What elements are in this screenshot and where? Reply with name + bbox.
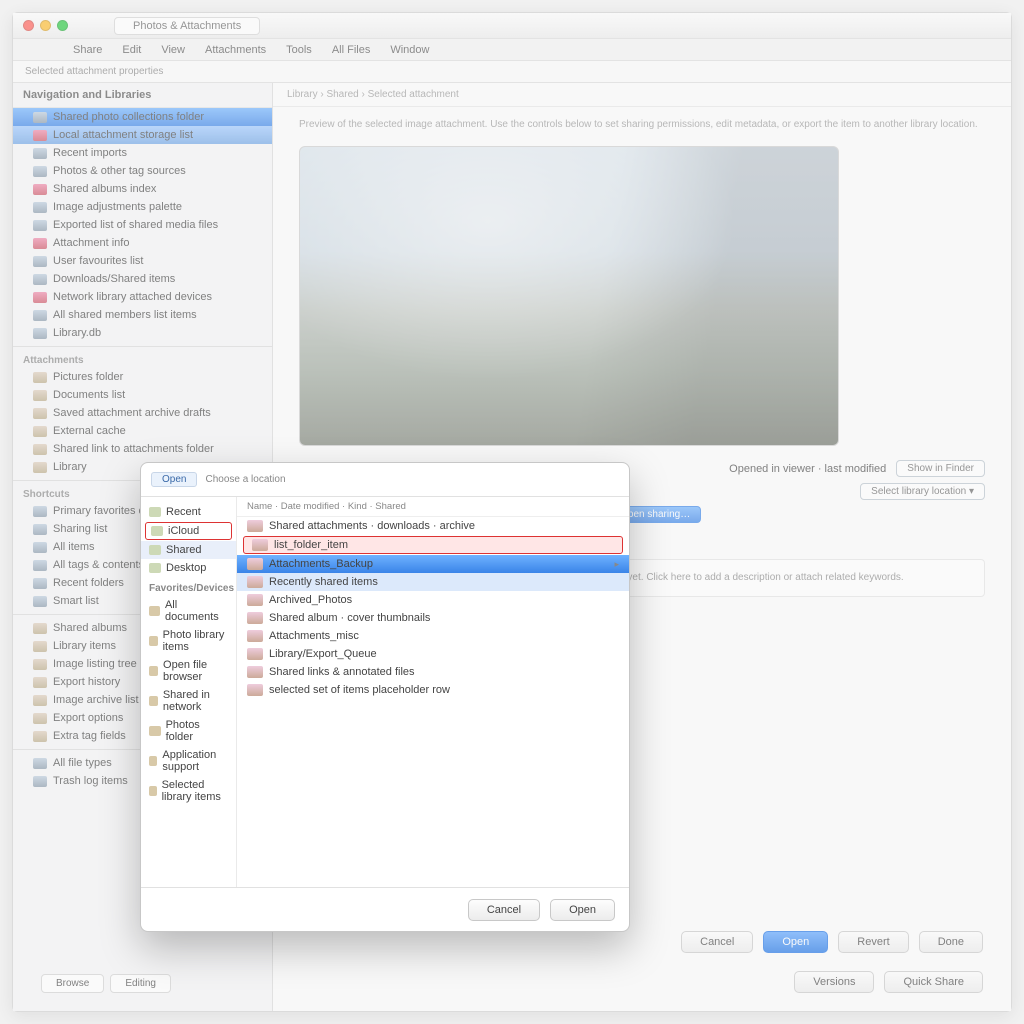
folder-icon: [149, 756, 157, 766]
file-icon: [252, 539, 268, 551]
location-icon: [149, 563, 161, 573]
dialog-row-label: Attachments_Backup: [269, 558, 373, 570]
file-icon: [247, 612, 263, 624]
dialog-list-row[interactable]: Attachments_Backup ▸: [237, 555, 629, 573]
dialog-list-row[interactable]: Library/Export_Queue: [237, 645, 629, 663]
location-icon: [151, 526, 163, 536]
dialog-sidebar-label: Selected library items: [162, 779, 228, 803]
dialog-sidebar-label: All documents: [165, 599, 228, 623]
dialog-footer: Cancel Open: [141, 887, 629, 931]
dialog-list-row[interactable]: Attachments_misc: [237, 627, 629, 645]
folder-icon: [149, 786, 157, 796]
folder-icon: [149, 726, 161, 736]
dialog-sidebar-label: iCloud: [168, 525, 199, 537]
dialog-chip-label: Choose a location: [205, 474, 285, 485]
dialog-row-label: Attachments_misc: [269, 630, 359, 642]
dialog-sidebar-label: Shared in network: [163, 689, 228, 713]
location-icon: [149, 545, 161, 555]
dialog-sidebar-item[interactable]: Open file browser: [141, 656, 236, 686]
dialog-sidebar-item[interactable]: iCloud: [145, 522, 232, 540]
dialog-sidebar-label: Shared: [166, 544, 201, 556]
dialog-row-label: selected set of items placeholder row: [269, 684, 450, 696]
dialog-sidebar-item[interactable]: Application support: [141, 746, 236, 776]
dialog-sidebar-item[interactable]: All documents: [141, 596, 236, 626]
dialog-list-row[interactable]: list_folder_item: [243, 536, 623, 554]
file-icon: [247, 594, 263, 606]
dialog-sidebar-item[interactable]: Shared in network: [141, 686, 236, 716]
open-dialog: Open Choose a location Recent iCloud Share…: [140, 462, 630, 932]
file-icon: [247, 666, 263, 678]
dialog-list-header: Name · Date modified · Kind · Shared: [237, 497, 629, 517]
dialog-list-row[interactable]: selected set of items placeholder row: [237, 681, 629, 699]
dialog-list-row[interactable]: Recently shared items: [237, 573, 629, 591]
file-icon: [247, 558, 263, 570]
dialog-file-list[interactable]: Name · Date modified · Kind · Shared Sha…: [237, 497, 629, 887]
dialog-list-row[interactable]: Shared attachments · downloads · archive: [237, 517, 629, 535]
dialog-sidebar-label: Photos folder: [166, 719, 228, 743]
dialog-sidebar-item[interactable]: Photo library items: [141, 626, 236, 656]
file-icon: [247, 520, 263, 532]
dialog-row-label: list_folder_item: [274, 539, 348, 551]
dialog-sidebar-label: Open file browser: [163, 659, 228, 683]
dialog-row-label: Recently shared items: [269, 576, 378, 588]
dialog-row-label: Shared attachments · downloads · archive: [269, 520, 475, 532]
dialog-sidebar-label: Recent: [166, 506, 201, 518]
dialog-list-row[interactable]: Archived_Photos: [237, 591, 629, 609]
dialog-open-button[interactable]: Open: [550, 899, 615, 921]
file-icon: [247, 630, 263, 642]
file-icon: [247, 684, 263, 696]
dialog-sidebar-item[interactable]: Shared: [141, 541, 236, 559]
dialog-sidebar-item[interactable]: Selected library items: [141, 776, 236, 806]
dialog-sidebar[interactable]: Recent iCloud Shared Desktop Favorites/Devic…: [141, 497, 237, 887]
folder-icon: [149, 606, 160, 616]
location-icon: [149, 507, 161, 517]
file-icon: [247, 648, 263, 660]
file-icon: [247, 576, 263, 588]
dialog-toolbar: Open Choose a location: [141, 463, 629, 497]
chevron-right-icon: ▸: [614, 559, 619, 570]
dialog-sidebar-label: Photo library items: [163, 629, 228, 653]
dialog-list-row[interactable]: Shared album · cover thumbnails: [237, 609, 629, 627]
dialog-cancel-button[interactable]: Cancel: [468, 899, 540, 921]
dialog-list-row[interactable]: Shared links & annotated files: [237, 663, 629, 681]
dialog-row-label: Shared album · cover thumbnails: [269, 612, 430, 624]
folder-icon: [149, 666, 158, 676]
dialog-sidebar-item[interactable]: Desktop: [141, 559, 236, 577]
dialog-row-label: Shared links & annotated files: [269, 666, 415, 678]
dialog-sidebar-label: Desktop: [166, 562, 206, 574]
folder-icon: [149, 636, 158, 646]
dialog-sidebar-label: Application support: [162, 749, 228, 773]
dialog-sidebar-item[interactable]: Recent: [141, 503, 236, 521]
dialog-sidebar-group: Favorites/Devices: [141, 577, 236, 596]
dialog-mode-chip[interactable]: Open: [151, 472, 197, 487]
dialog-sidebar-item[interactable]: Photos folder: [141, 716, 236, 746]
dialog-row-label: Archived_Photos: [269, 594, 352, 606]
dialog-row-label: Library/Export_Queue: [269, 648, 377, 660]
folder-icon: [149, 696, 158, 706]
